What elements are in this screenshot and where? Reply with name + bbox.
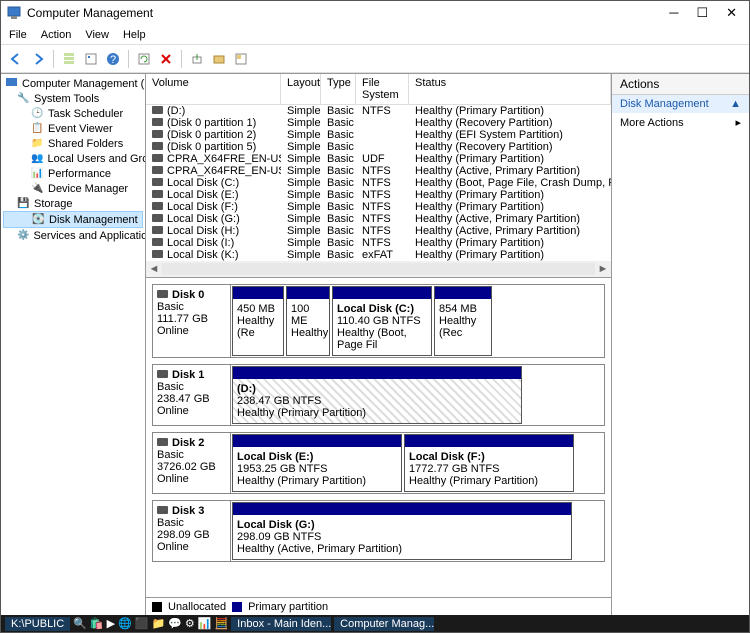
disk-row[interactable]: Disk 1Basic238.47 GBOnline(D:)238.47 GB … [152,364,605,426]
horizontal-scrollbar[interactable]: ◄► [146,261,611,277]
action-icon-2[interactable] [210,50,228,68]
titlebar: Computer Management ─ ☐ ✕ [1,1,749,25]
volume-row[interactable]: CPRA_X64FRE_EN-US_DV5 (L:)SimpleBasicNTF… [146,165,611,177]
actions-disk-management[interactable]: Disk Management▲ [612,95,749,113]
disk-row[interactable]: Disk 3Basic298.09 GBOnlineLocal Disk (G:… [152,500,605,562]
volume-row[interactable]: (Disk 0 partition 1)SimpleBasicHealthy (… [146,117,611,129]
col-layout[interactable]: Layout [281,74,321,104]
volume-row[interactable]: Local Disk (H:)SimpleBasicNTFSHealthy (A… [146,225,611,237]
expand-icon: ▸ [735,116,741,129]
nav-disk-management[interactable]: 💽Disk Management [3,211,143,228]
forward-button[interactable] [29,50,47,68]
col-volume[interactable]: Volume [146,74,281,104]
taskbar-start[interactable]: K:\PUBLIC [5,617,70,631]
partition[interactable]: 100 MEHealthy [286,286,330,356]
partition[interactable]: 854 MBHealthy (Rec [434,286,492,356]
taskbar-icon[interactable]: 🛍️ [90,617,104,630]
taskbar-icon[interactable]: 🔍 [73,617,87,630]
actions-pane: Actions Disk Management▲ More Actions▸ [612,74,749,615]
taskbar-icon[interactable]: ▶ [107,617,115,630]
partition[interactable]: Local Disk (E:)1953.25 GB NTFSHealthy (P… [232,434,402,492]
disk-row[interactable]: Disk 0Basic111.77 GBOnline450 MBHealthy … [152,284,605,358]
menu-view[interactable]: View [85,29,109,41]
nav-root[interactable]: Computer Management (Local) [3,76,143,91]
legend-primary: Primary partition [248,601,328,613]
nav-event-viewer[interactable]: 📋Event Viewer [3,121,143,136]
taskbar-icon[interactable]: 📊 [198,617,212,630]
legend-unallocated: Unallocated [168,601,226,613]
window-title: Computer Management [27,6,153,20]
close-button[interactable]: ✕ [726,5,737,21]
taskbar-icon[interactable]: 💬 [168,617,182,630]
volume-row[interactable]: (Disk 0 partition 2)SimpleBasicHealthy (… [146,129,611,141]
taskbar-icon[interactable]: 🌐 [118,617,132,630]
svg-text:?: ? [110,54,116,66]
taskbar-icon[interactable]: ⚙ [185,617,195,630]
nav-services[interactable]: ⚙️Services and Applications [3,228,143,243]
action-icon-1[interactable] [188,50,206,68]
col-status[interactable]: Status [409,74,611,104]
col-fs[interactable]: File System [356,74,409,104]
legend-primary-swatch [232,602,242,612]
taskbar-inbox[interactable]: Inbox - Main Iden... [231,617,331,631]
taskbar-icon[interactable]: 🧮 [214,617,228,630]
delete-icon[interactable] [157,50,175,68]
volume-row[interactable]: Local Disk (I:)SimpleBasicNTFSHealthy (P… [146,237,611,249]
nav-local-users[interactable]: 👥Local Users and Groups [3,151,143,166]
volume-row[interactable]: Local Disk (C:)SimpleBasicNTFSHealthy (B… [146,177,611,189]
collapse-icon: ▲ [730,98,741,110]
legend: Unallocated Primary partition [146,597,611,615]
volume-header[interactable]: Volume Layout Type File System Status [146,74,611,105]
volume-row[interactable]: Local Disk (G:)SimpleBasicNTFSHealthy (A… [146,213,611,225]
volume-row[interactable]: CPRA_X64FRE_EN-US_DV5 (J:)SimpleBasicUDF… [146,153,611,165]
nav-performance[interactable]: 📊Performance [3,166,143,181]
partition[interactable]: Local Disk (F:)1772.77 GB NTFSHealthy (P… [404,434,574,492]
menu-action[interactable]: Action [41,29,72,41]
nav-system-tools[interactable]: 🔧System Tools [3,91,143,106]
volume-row[interactable]: (Disk 0 partition 5)SimpleBasicHealthy (… [146,141,611,153]
menubar: File Action View Help [1,25,749,45]
back-button[interactable] [7,50,25,68]
minimize-button[interactable]: ─ [669,5,678,21]
menu-file[interactable]: File [9,29,27,41]
volume-table: Volume Layout Type File System Status (D… [146,74,611,278]
taskbar-icon[interactable]: 📁 [151,617,165,630]
partition[interactable]: Local Disk (G:)298.09 GB NTFSHealthy (Ac… [232,502,572,560]
volume-row[interactable]: Local Disk (K:)SimpleBasicexFATHealthy (… [146,249,611,261]
partition[interactable]: Local Disk (C:)110.40 GB NTFSHealthy (Bo… [332,286,432,356]
volume-row[interactable]: Local Disk (F:)SimpleBasicNTFSHealthy (P… [146,201,611,213]
disk-graphical-view: Disk 0Basic111.77 GBOnline450 MBHealthy … [146,278,611,597]
actions-header: Actions [612,74,749,95]
legend-unallocated-swatch [152,602,162,612]
taskbar: K:\PUBLIC 🔍 🛍️ ▶ 🌐 ⬛ 📁 💬 ⚙ 📊 🧮 Inbox - M… [1,615,749,632]
view-icon[interactable] [60,50,78,68]
volume-row[interactable]: (D:)SimpleBasicNTFSHealthy (Primary Part… [146,105,611,117]
nav-storage[interactable]: 💾Storage [3,196,143,211]
nav-shared-folders[interactable]: 📁Shared Folders [3,136,143,151]
action-icon-3[interactable] [232,50,250,68]
disk-row[interactable]: Disk 2Basic3726.02 GBOnlineLocal Disk (E… [152,432,605,494]
nav-device-manager[interactable]: 🔌Device Manager [3,181,143,196]
nav-task-scheduler[interactable]: 🕒Task Scheduler [3,106,143,121]
volume-row[interactable]: Local Disk (E:)SimpleBasicNTFSHealthy (P… [146,189,611,201]
maximize-button[interactable]: ☐ [696,5,708,21]
actions-more-actions[interactable]: More Actions▸ [612,113,749,132]
partition[interactable]: (D:)238.47 GB NTFSHealthy (Primary Parti… [232,366,522,424]
help-icon[interactable]: ? [104,50,122,68]
partition[interactable]: 450 MBHealthy (Re [232,286,284,356]
app-icon [7,6,21,20]
properties-icon[interactable] [82,50,100,68]
menu-help[interactable]: Help [123,29,146,41]
taskbar-icon[interactable]: ⬛ [135,617,149,630]
nav-tree: Computer Management (Local) 🔧System Tool… [1,74,146,615]
taskbar-cm[interactable]: Computer Manag... [334,617,434,631]
toolbar: ? [1,45,749,73]
col-type[interactable]: Type [321,74,356,104]
refresh-icon[interactable] [135,50,153,68]
